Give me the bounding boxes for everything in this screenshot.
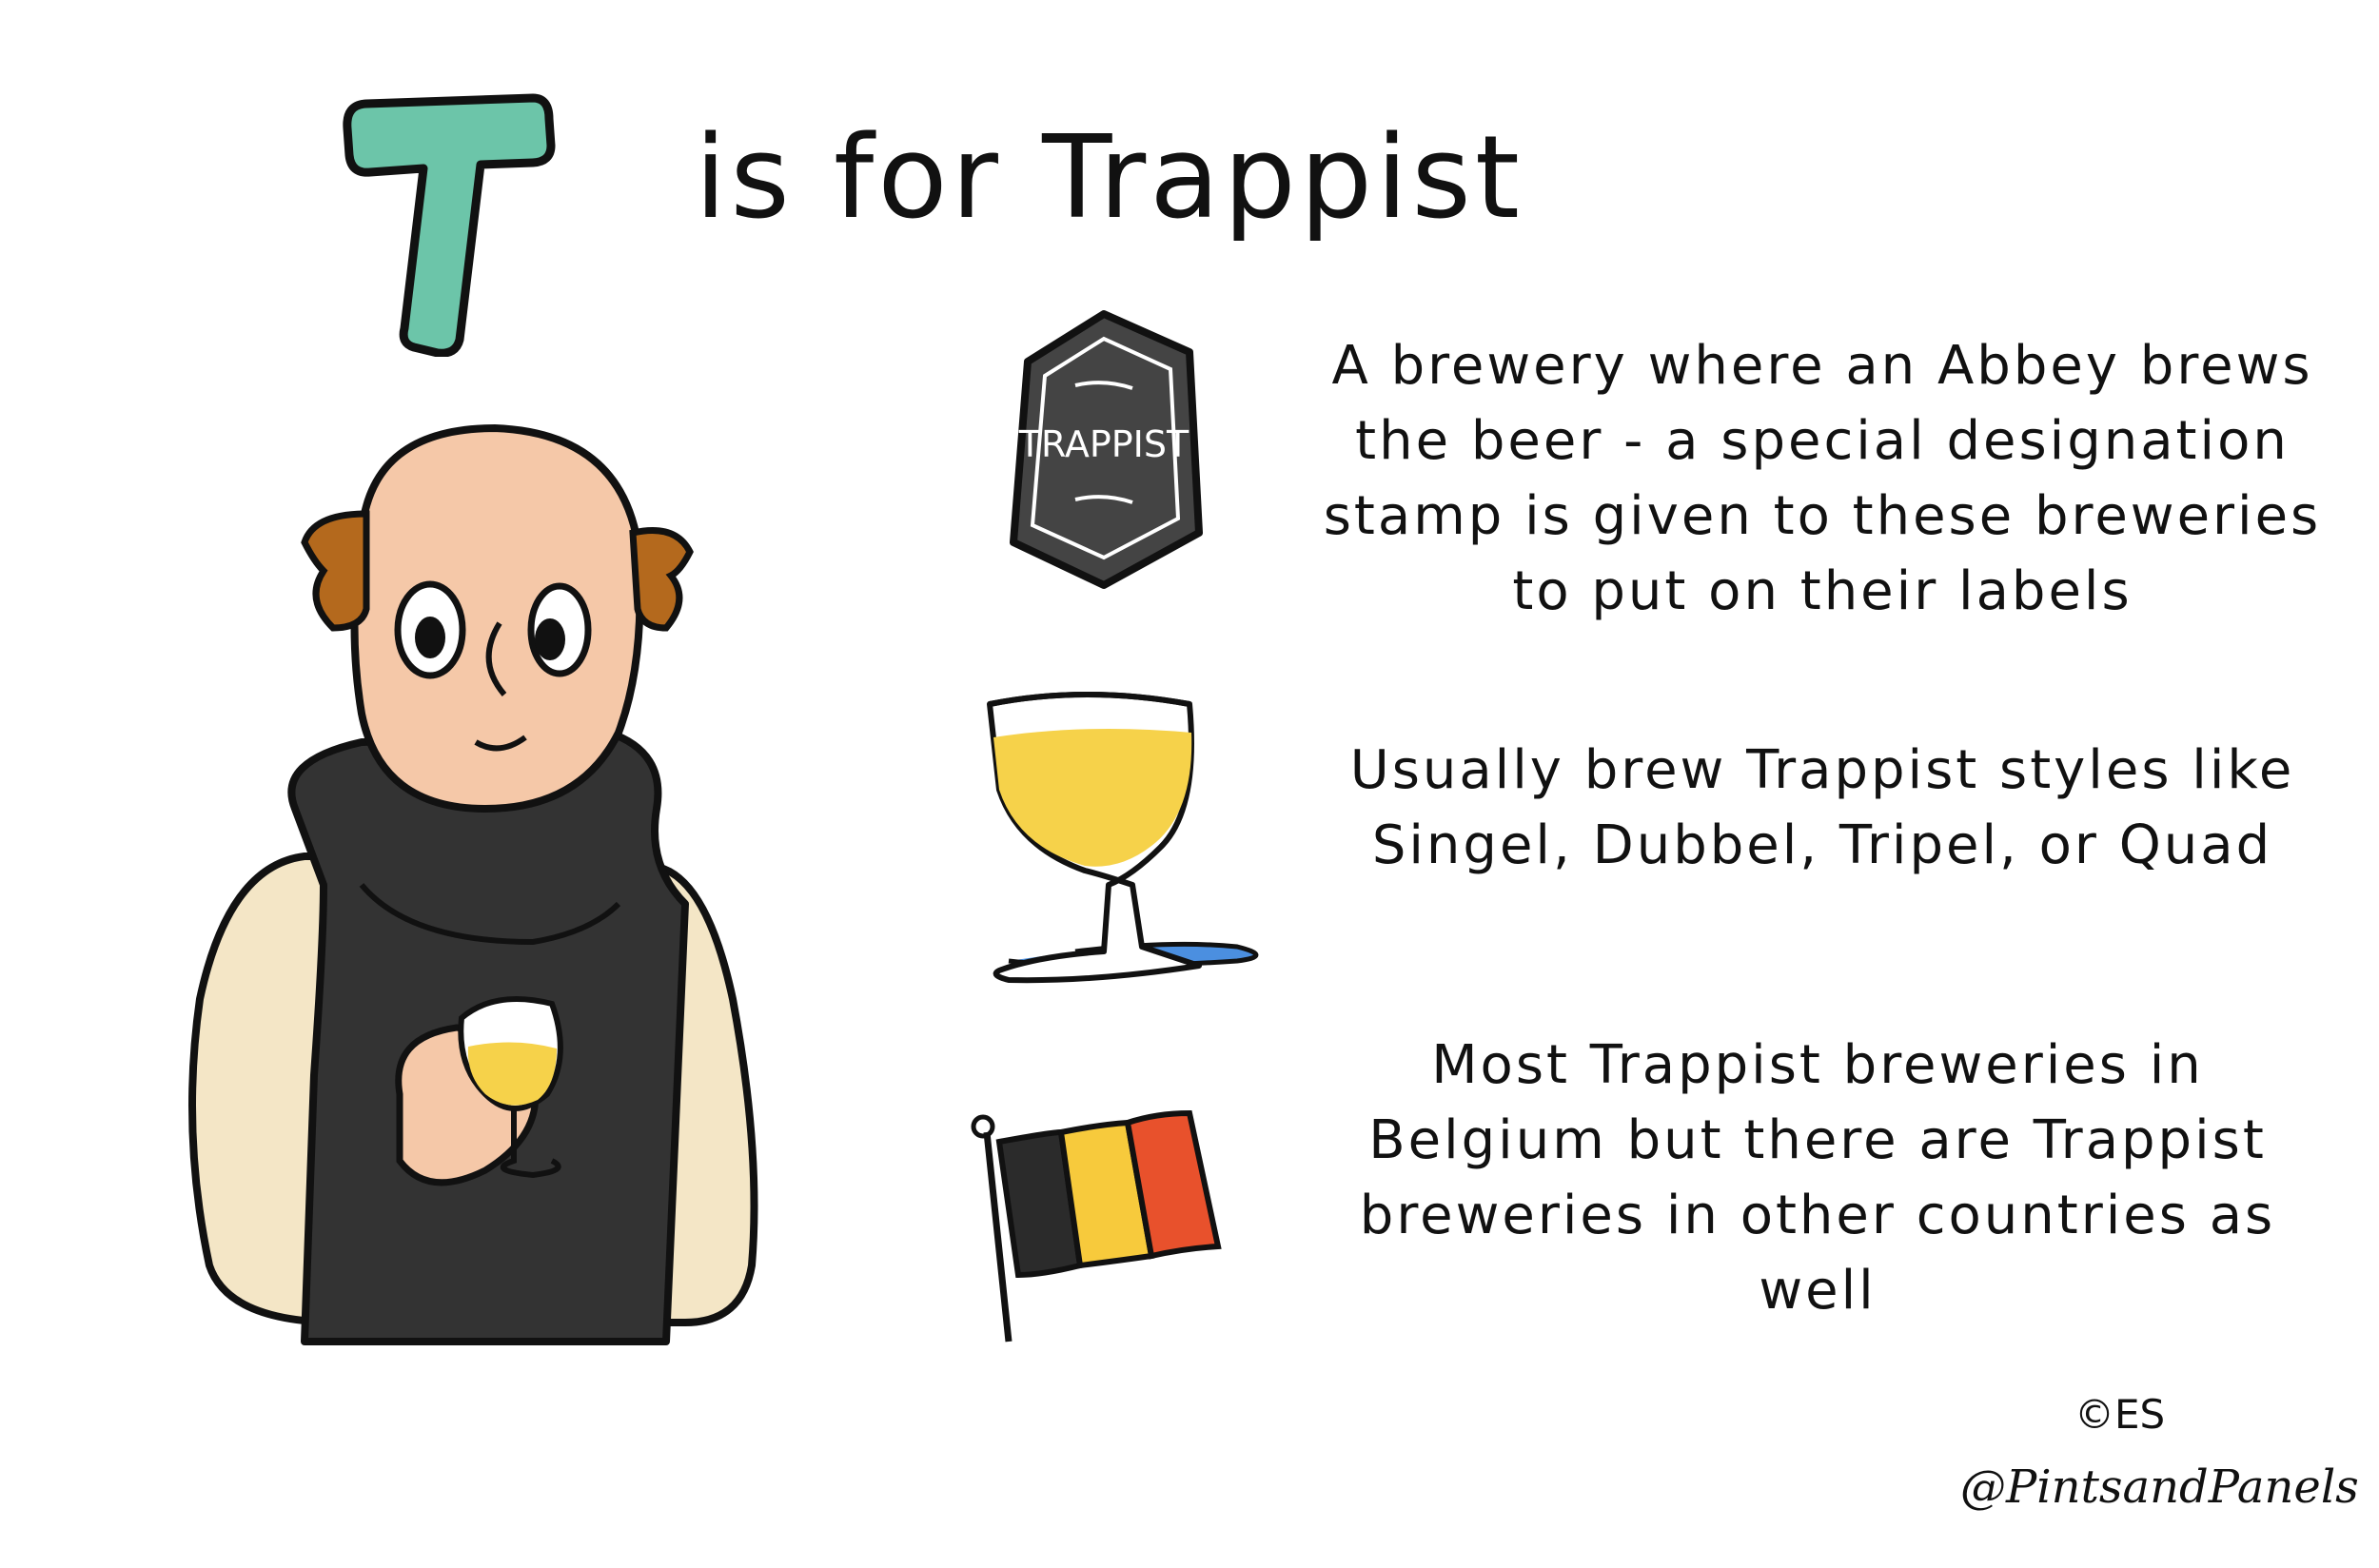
- copyright-mark: ©ES: [2074, 1391, 2166, 1438]
- chalice-glass-icon: [987, 692, 1259, 984]
- title-letter-text: T: [443, 264, 451, 274]
- badge-label: TRAPPIST: [1018, 423, 1190, 465]
- fact-text-3: Most Trappist breweries in Belgium but t…: [1359, 1034, 2276, 1322]
- left-hair: [301, 510, 370, 632]
- monk-illustration: [188, 423, 758, 1345]
- right-hair: [629, 527, 694, 632]
- page-title: is for Trappist: [695, 112, 1524, 245]
- title-letter-t: T: [343, 93, 556, 357]
- fact-text-2: Usually brew Trappist styles like Singel…: [1349, 739, 2295, 876]
- author-handle: @PintsandPanels: [1960, 1460, 2359, 1514]
- trappist-badge-icon: TRAPPIST: [1010, 310, 1203, 589]
- fact-text-1: A brewery where an Abbey brews the beer …: [1323, 335, 2322, 622]
- belgian-flag-icon: [971, 1109, 1222, 1343]
